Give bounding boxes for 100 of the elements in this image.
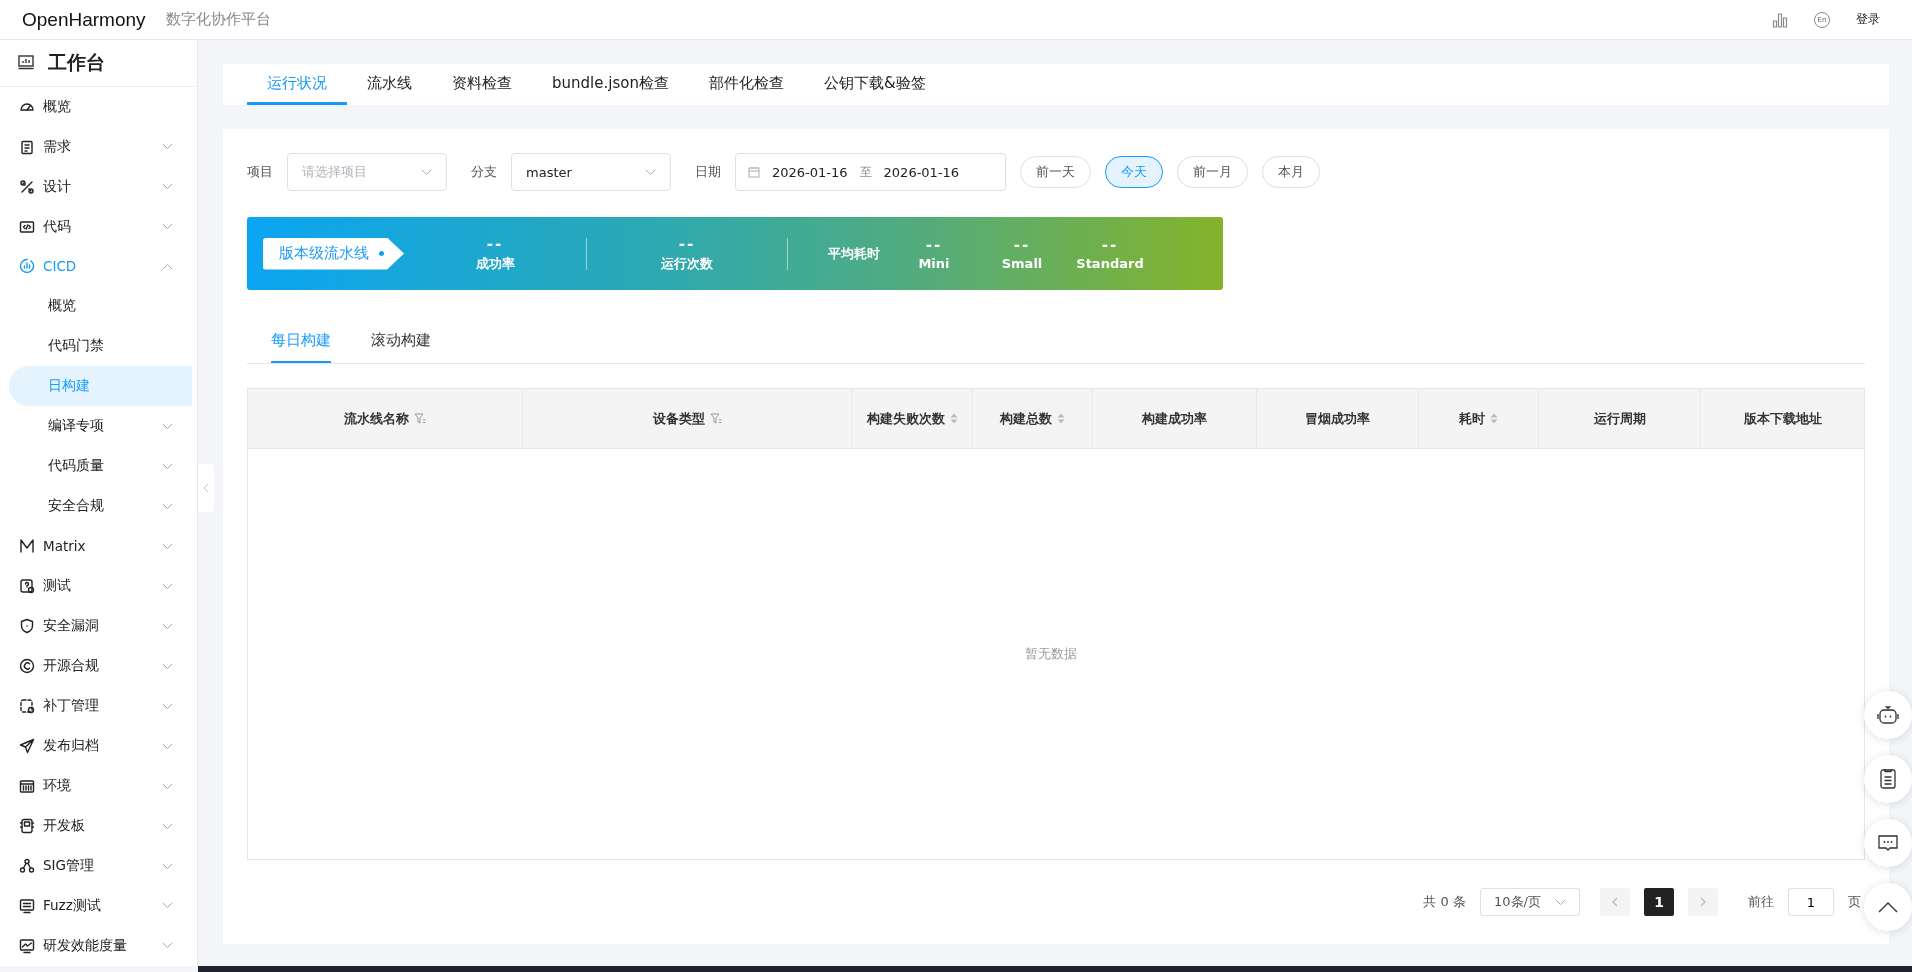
chevron-down-icon	[162, 902, 173, 910]
date-shortcut-button[interactable]: 前一月	[1177, 156, 1248, 188]
calendar-icon	[748, 166, 760, 178]
page-suffix: 页	[1848, 893, 1861, 911]
tab[interactable]: 资料检查	[432, 64, 532, 105]
chevron-down-icon	[162, 542, 173, 550]
chevron-down-icon	[162, 462, 173, 470]
sidebar-item[interactable]: Matrix	[0, 526, 197, 567]
copyright-icon	[19, 658, 35, 675]
chat-icon	[1877, 834, 1899, 852]
chevron-down-icon	[162, 702, 173, 710]
stat-value: --	[678, 234, 696, 253]
sidebar-item[interactable]: 概览	[0, 286, 197, 327]
tab[interactable]: 流水线	[347, 64, 432, 105]
sidebar-item[interactable]: 代码	[0, 206, 197, 247]
tab[interactable]: bundle.json检查	[532, 64, 689, 105]
workbench-title: 工作台	[48, 49, 105, 75]
chat-button[interactable]	[1864, 819, 1912, 867]
stat-value: --	[486, 234, 504, 253]
date-shortcut-button[interactable]: 本月	[1262, 156, 1320, 188]
chevron-down-icon	[162, 782, 173, 790]
chevron-down-icon	[162, 662, 173, 670]
sort-icon[interactable]	[1057, 413, 1065, 424]
stat-label: 成功率	[475, 254, 515, 273]
back-to-top-button[interactable]	[1864, 883, 1912, 931]
average-time-label: 平均耗时	[828, 244, 880, 263]
filter-icon[interactable]	[414, 413, 426, 424]
stat-label: Small	[1001, 256, 1043, 271]
clipboard-icon	[19, 138, 35, 155]
page-button[interactable]: 1	[1644, 888, 1674, 916]
sidebar-item[interactable]: 需求	[0, 126, 197, 167]
chevron-down-icon	[162, 942, 173, 950]
dashboard-icon	[18, 55, 34, 71]
column-header: 构建成功率	[1142, 409, 1207, 428]
notes-button[interactable]	[1864, 755, 1912, 803]
chart-circle-icon	[19, 258, 35, 275]
goto-label: 前往	[1748, 893, 1774, 911]
sidebar-item[interactable]: 设计	[0, 166, 197, 207]
grid-panel-icon	[19, 778, 35, 795]
sidebar-item[interactable]: 代码质量	[0, 446, 197, 487]
brand-name[interactable]: OpenHarmony	[22, 8, 146, 31]
clipboard-icon	[1879, 768, 1897, 790]
empty-text: 暂无数据	[1025, 645, 1077, 663]
sidebar-item[interactable]: 编译专项	[0, 406, 197, 447]
patch-icon	[19, 698, 35, 715]
chevron-up-icon	[1878, 901, 1898, 913]
board-icon	[19, 818, 35, 835]
chevron-down-icon	[1554, 898, 1566, 906]
branch-select[interactable]: master	[511, 153, 671, 191]
chevron-down-icon	[162, 223, 173, 230]
chevron-down-icon	[162, 822, 173, 830]
collapse-handle[interactable]	[198, 464, 214, 512]
date-shortcut-button[interactable]: 前一天	[1020, 156, 1091, 188]
hierarchy-icon	[19, 858, 35, 874]
tab[interactable]: 滚动构建	[371, 320, 431, 363]
column-header: 构建失败次数	[866, 409, 945, 428]
stat-label: 运行次数	[661, 254, 713, 273]
sidebar-item[interactable]: 代码门禁	[0, 326, 197, 367]
sidebar-item[interactable]: SIG管理	[0, 846, 197, 886]
chevron-down-icon	[162, 422, 173, 430]
sidebar-item[interactable]: 发布归档	[0, 726, 197, 767]
pipeline-tag: 版本级流水线	[263, 237, 404, 270]
monitor-icon	[19, 898, 35, 914]
page-size-select[interactable]: 10条/页	[1480, 888, 1580, 916]
sidebar-item[interactable]: 开发板	[0, 806, 197, 847]
column-header: 版本下载地址	[1743, 409, 1822, 428]
login-link[interactable]: 登录	[1856, 11, 1880, 28]
chevron-down-icon	[162, 143, 173, 151]
next-page-button[interactable]	[1688, 888, 1718, 916]
sidebar-item[interactable]: 补丁管理	[0, 686, 197, 727]
chevron-down-icon	[162, 582, 173, 590]
sort-icon[interactable]	[949, 413, 958, 424]
trend-monitor-icon	[19, 937, 35, 954]
sidebar-item[interactable]: Fuzz测试	[0, 886, 197, 926]
sidebar-item[interactable]: 环境	[0, 766, 197, 807]
previous-page-button[interactable]	[1600, 888, 1630, 916]
test-icon	[19, 578, 35, 595]
robot-button[interactable]	[1864, 691, 1912, 739]
robot-icon	[1877, 705, 1899, 725]
date-range-field[interactable]: 2026-01-16 至 2026-01-16	[735, 153, 1006, 191]
filter-icon[interactable]	[709, 413, 722, 424]
sort-icon[interactable]	[1490, 413, 1498, 424]
column-header: 设备类型	[652, 409, 705, 428]
sidebar-item[interactable]: 研发效能度量	[0, 925, 197, 966]
sidebar-item[interactable]: 开源合规	[0, 646, 197, 687]
chevron-right-icon	[1700, 897, 1706, 907]
platform-subtitle: 数字化协作平台	[165, 10, 271, 29]
sidebar-item[interactable]: 安全漏洞	[0, 606, 197, 647]
chevron-left-icon	[203, 483, 209, 493]
page-input[interactable]: 1	[1788, 888, 1834, 916]
sidebar-item[interactable]: 概览	[0, 86, 197, 127]
m-letter-icon	[19, 538, 35, 555]
sidebar-item[interactable]: 安全合规	[0, 486, 197, 527]
sidebar-item[interactable]: 测试	[0, 566, 197, 607]
column-header: 流水线名称	[344, 409, 409, 428]
stat-value: --	[1101, 236, 1119, 254]
stat-label: Mini	[918, 256, 950, 271]
bar-chart-icon[interactable]	[1772, 11, 1788, 28]
tab[interactable]: 部件化检查	[688, 64, 804, 105]
tab[interactable]: 公钥下载&验签	[803, 64, 946, 105]
